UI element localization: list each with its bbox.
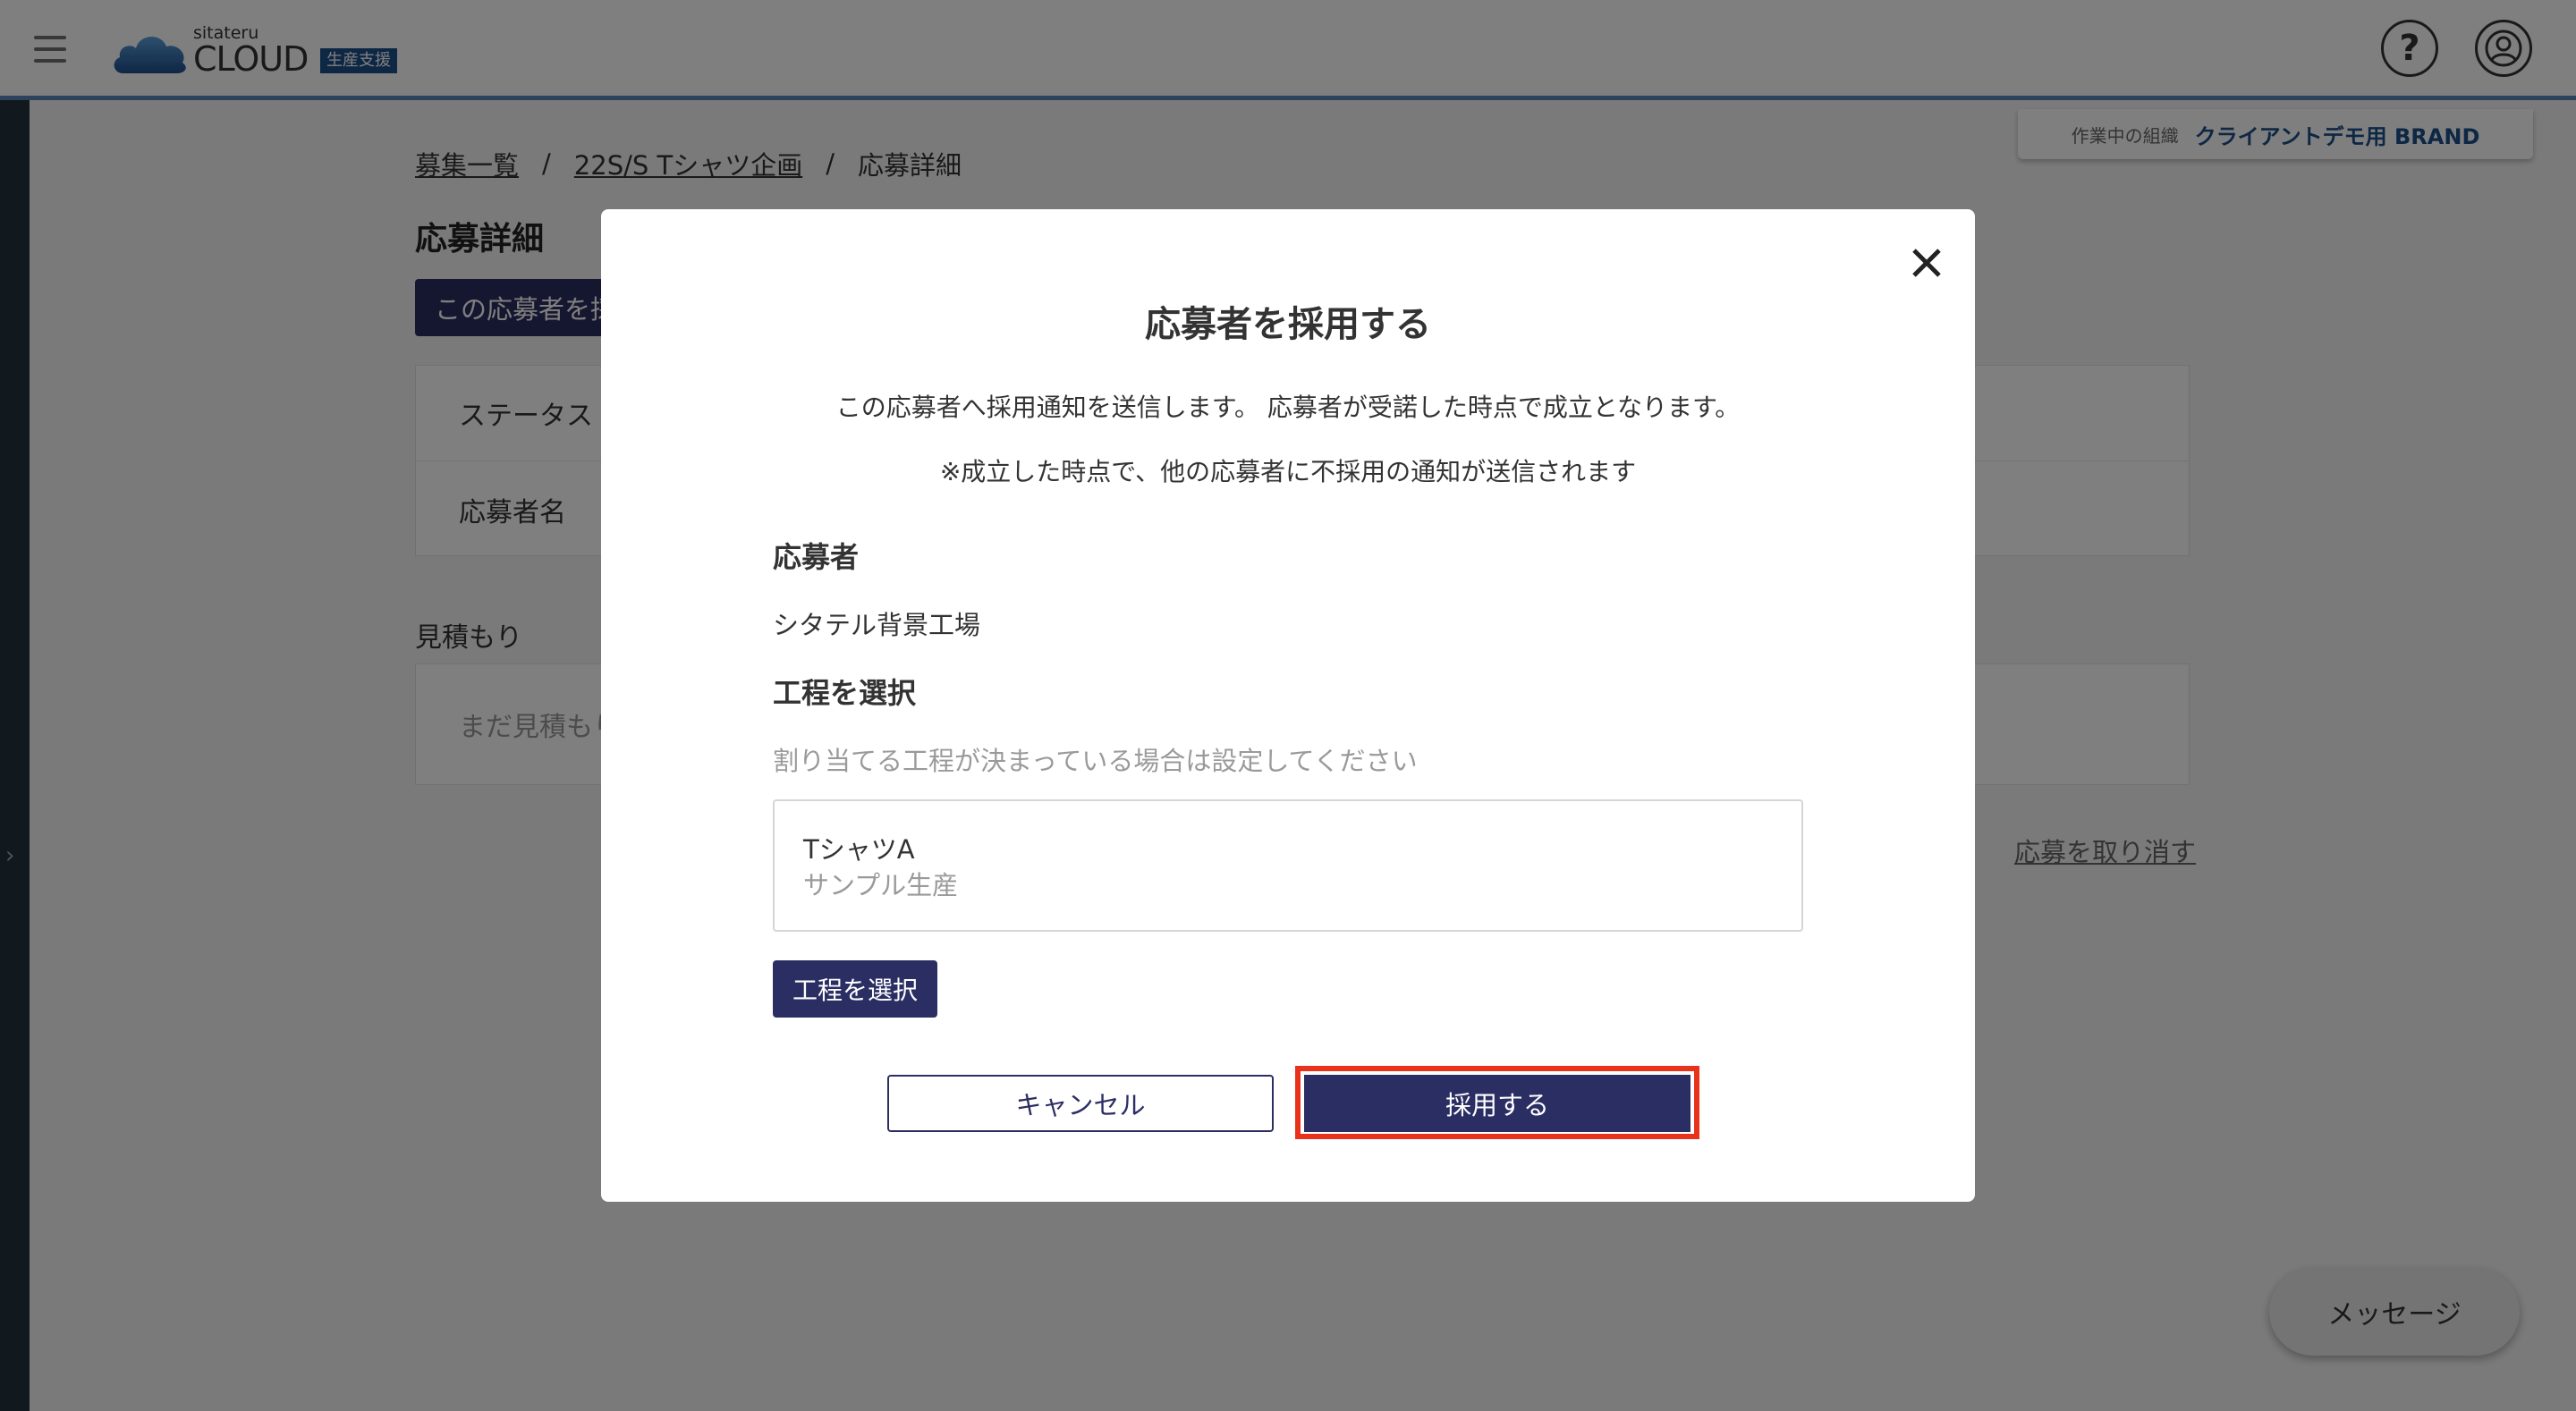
close-icon[interactable] bbox=[1905, 241, 1948, 284]
process-label: 工程を選択 bbox=[773, 676, 917, 710]
process-subtitle: サンプル生産 bbox=[803, 870, 959, 900]
applicant-label: 応募者 bbox=[773, 540, 860, 574]
modal-note: ※成立した時点で、他の応募者に不採用の通知が送信されます bbox=[939, 457, 1637, 486]
cancel-button[interactable]: キャンセル bbox=[887, 1075, 1274, 1132]
process-name: TシャツA bbox=[803, 834, 915, 865]
select-process-button[interactable]: 工程を選択 bbox=[773, 960, 937, 1018]
applicant-name: シタテル背景工場 bbox=[773, 610, 981, 640]
selected-process-card[interactable]: TシャツA サンプル生産 bbox=[773, 799, 1803, 932]
process-hint: 割り当てる工程が決まっている場合は設定してください bbox=[773, 746, 1418, 776]
adopt-modal: 応募者を採用する この応募者へ採用通知を送信します。 応募者が受諾した時点で成立… bbox=[601, 209, 1975, 1202]
modal-title: 応募者を採用する bbox=[1145, 304, 1431, 345]
adopt-button[interactable]: 採用する bbox=[1304, 1075, 1690, 1132]
modal-description: この応募者へ採用通知を送信します。 応募者が受諾した時点で成立となります。 bbox=[835, 393, 1741, 422]
